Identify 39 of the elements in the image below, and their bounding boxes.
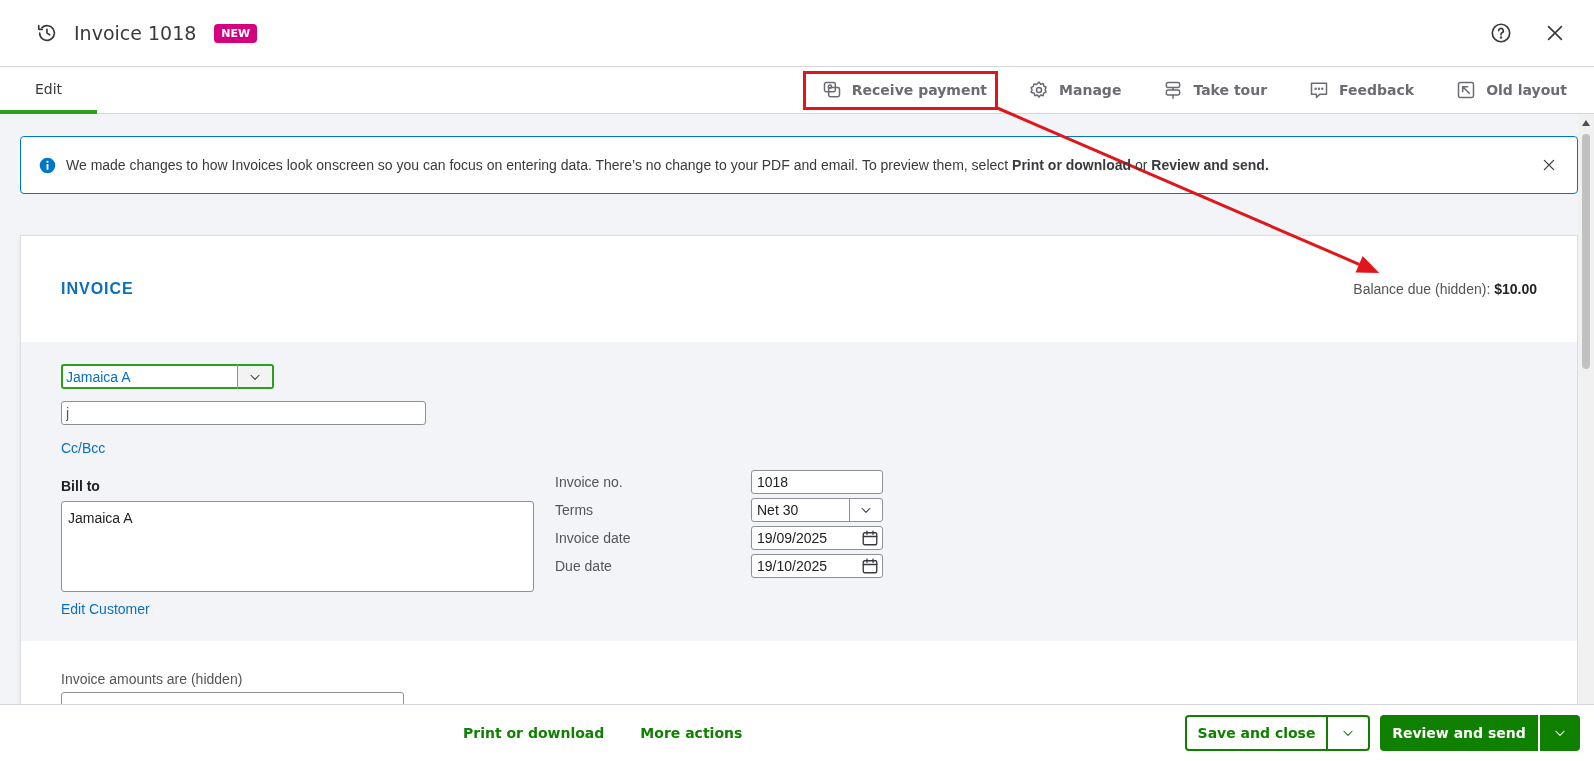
terms-dropdown[interactable]: Net 30 — [751, 498, 883, 522]
balance-due: Balance due (hidden): $10.00 — [1353, 281, 1537, 297]
help-button[interactable] — [1490, 22, 1512, 44]
scroll-up-arrow-icon[interactable] — [1582, 120, 1590, 126]
invoice-heading: INVOICE — [61, 280, 134, 298]
toolbar-button[interactable]: Take tour — [1144, 70, 1279, 110]
banner-message: We made changes to how Invoices look onscreen so you can focus on entering data. There’s no change to your PDF and email. To preview them, select Print or download or Review and send. — [66, 157, 1270, 173]
speech-bubble-icon — [1309, 80, 1330, 100]
cc-bcc-link[interactable]: Cc/Bcc — [61, 440, 106, 456]
gear-icon — [1029, 80, 1050, 100]
calendar-icon[interactable] — [861, 529, 879, 547]
date-field[interactable]: 19/10/2025 — [751, 554, 883, 578]
info-icon — [39, 156, 56, 174]
bill-to-field[interactable]: Jamaica A — [61, 501, 534, 592]
bill-to-label: Bill to — [61, 478, 101, 494]
customer-field[interactable]: Jamaica A — [61, 364, 237, 389]
toolbar-button[interactable]: Manage — [1010, 70, 1133, 110]
history-icon[interactable] — [36, 22, 58, 44]
field-label: Invoice amounts are (hidden) — [61, 671, 244, 687]
field-label: Invoice no. — [555, 474, 624, 490]
invoice-title: Invoice 1018 — [74, 22, 197, 44]
toolbar-button[interactable]: Feedback — [1290, 70, 1426, 110]
calendar-icon[interactable] — [861, 557, 879, 575]
invoice-number-field[interactable]: 1018 — [751, 470, 883, 494]
payment-card-icon — [821, 80, 842, 100]
toolbar-button[interactable]: Receive payment — [802, 70, 999, 110]
close-button[interactable] — [1541, 157, 1557, 173]
scrollbar-thumb[interactable] — [1582, 134, 1590, 369]
new-badge: NEW — [214, 23, 258, 43]
dropdown-button[interactable] — [237, 364, 274, 389]
date-field[interactable]: 19/09/2025 — [751, 526, 883, 550]
toolbar-button[interactable]: Old layout — [1437, 70, 1578, 110]
field-label: Due date — [555, 558, 613, 574]
field-label: Terms — [555, 502, 595, 518]
field-label: Invoice date — [555, 530, 632, 546]
footer-link[interactable]: Print or download — [455, 725, 613, 741]
footer-link[interactable]: More actions — [632, 725, 751, 741]
edit-customer-link[interactable]: Edit Customer — [61, 601, 150, 617]
email-field[interactable]: j — [61, 401, 426, 425]
